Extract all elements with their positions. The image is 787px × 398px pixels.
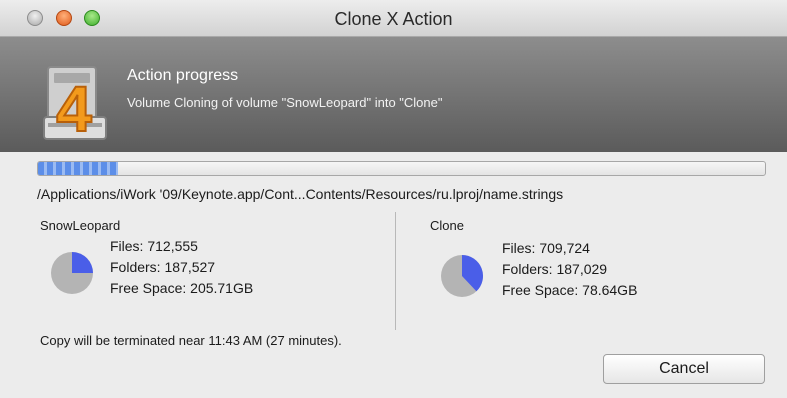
estimated-completion-text: Copy will be terminated near 11:43 AM (2… xyxy=(40,333,342,348)
icon-digit: 4 xyxy=(56,73,92,145)
clone-progress-bar xyxy=(37,161,766,176)
clone-x-app-icon: 4 xyxy=(43,66,107,145)
volume-divider xyxy=(395,212,396,330)
header-subtitle: Volume Cloning of volume "SnowLeopard" i… xyxy=(127,95,443,110)
current-file-path: /Applications/iWork '09/Keynote.app/Cont… xyxy=(37,186,564,202)
destination-volume-name: Clone xyxy=(430,218,464,233)
progress-bar-fill xyxy=(38,162,118,175)
destination-files: Files: 709,724 xyxy=(502,240,590,256)
clone-x-action-window: Clone X Action 4 Action progress Volume … xyxy=(0,0,787,398)
destination-free-space: Free Space: 78.64GB xyxy=(502,282,638,298)
cancel-button[interactable]: Cancel xyxy=(603,354,765,384)
source-folders: Folders: 187,527 xyxy=(110,259,216,275)
source-usage-pie-icon xyxy=(51,252,93,294)
source-volume-name: SnowLeopard xyxy=(40,218,121,233)
window-title: Clone X Action xyxy=(334,9,453,29)
source-pie-slice xyxy=(72,252,93,273)
title-bar[interactable]: Clone X Action xyxy=(0,0,787,37)
action-header: 4 Action progress Volume Cloning of volu… xyxy=(0,37,787,152)
destination-usage-pie-icon xyxy=(441,255,483,297)
source-files: Files: 712,555 xyxy=(110,238,198,254)
header-title: Action progress xyxy=(127,67,239,84)
destination-folders: Folders: 187,029 xyxy=(502,261,608,277)
source-free-space: Free Space: 205.71GB xyxy=(110,280,254,296)
